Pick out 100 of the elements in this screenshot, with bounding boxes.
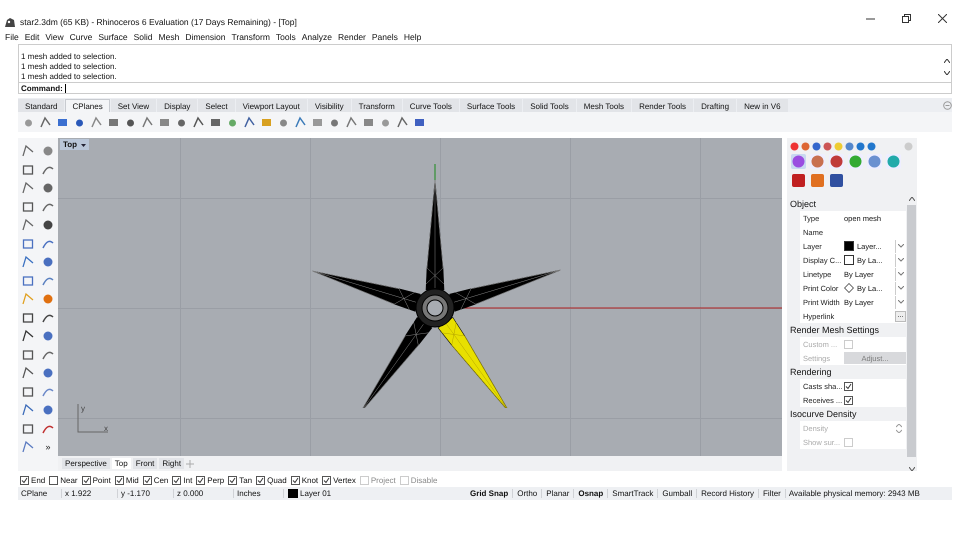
panel-tab-icon[interactable] (809, 172, 826, 189)
scrollbar[interactable] (906, 197, 917, 471)
status-toggle[interactable]: SmartTrack (608, 489, 658, 498)
close-icon[interactable] (938, 14, 946, 22)
viewport-title-tab[interactable]: Top (60, 139, 90, 150)
menu-item[interactable]: Curve (68, 30, 98, 44)
checkbox[interactable] (844, 382, 853, 390)
menu-item[interactable]: Surface (97, 30, 133, 44)
tool-icon[interactable] (21, 403, 35, 418)
osnap-checkbox[interactable]: Near (49, 476, 78, 484)
osnap-checkbox[interactable]: Cen (142, 476, 168, 484)
checkmark-icon (116, 476, 123, 484)
osnap-checkbox[interactable]: Perp (196, 476, 224, 484)
toolbar-tab[interactable]: Set View (110, 99, 156, 112)
spinner-icon[interactable] (896, 424, 902, 432)
viewport-tab[interactable]: Right (159, 458, 184, 469)
checkbox[interactable] (844, 396, 853, 404)
tool-icon[interactable] (243, 116, 256, 128)
toolbar-tab[interactable]: Select (198, 99, 235, 112)
osnap-checkbox[interactable]: Knot (290, 476, 318, 484)
tool-icon[interactable] (21, 200, 35, 214)
tool-icon[interactable] (396, 116, 409, 128)
tool-icon[interactable] (21, 329, 35, 344)
panel-tab-icon[interactable] (790, 153, 807, 170)
tool-icon[interactable] (21, 181, 35, 196)
menu-item[interactable]: Analyze (300, 30, 337, 44)
menu-item[interactable]: View (44, 30, 69, 44)
toolbar-tab[interactable]: Standard (18, 99, 64, 112)
status-toggle[interactable]: Gumball (658, 489, 698, 498)
tool-icon[interactable] (21, 422, 35, 436)
panel-tab-icon[interactable] (828, 172, 845, 189)
menu-item[interactable]: Mesh (158, 30, 184, 44)
checkmark-icon (229, 476, 236, 484)
status-field: CPlane (18, 489, 62, 498)
menu-item[interactable]: Edit (24, 30, 44, 44)
toolbar-tab[interactable]: Mesh Tools (576, 99, 632, 112)
toolbar-tab[interactable]: Surface Tools (460, 99, 522, 112)
tool-icon[interactable] (192, 116, 205, 128)
toolbar-tab[interactable]: Curve Tools (402, 99, 459, 112)
toolbar-tab[interactable]: CPlanes (65, 99, 110, 112)
osnap-checkbox[interactable]: Tan (228, 476, 252, 484)
command-prompt: Command: (21, 84, 63, 92)
status-toggle[interactable]: Planar (542, 489, 574, 498)
toolbar-tab[interactable]: Solid Tools (523, 99, 576, 112)
viewport-tab[interactable]: Front (132, 458, 158, 469)
status-field: Inches (234, 489, 284, 498)
menu-item[interactable]: File (4, 30, 24, 44)
status-toggle[interactable]: Filter (759, 489, 786, 498)
menu-item[interactable]: Tools (274, 30, 301, 44)
toolbar-tab[interactable]: Drafting (694, 99, 736, 112)
viewport-tab[interactable]: Top (112, 458, 131, 469)
osnap-checkbox[interactable]: Vertex (322, 476, 356, 484)
status-toggle[interactable]: Osnap (574, 489, 608, 498)
toolbar-tab[interactable]: Render Tools (632, 99, 694, 112)
dropdown-icon[interactable] (81, 142, 86, 148)
tool-icon[interactable] (21, 384, 35, 399)
scroll-up-icon[interactable] (908, 197, 914, 201)
menu-item[interactable]: Help (402, 30, 426, 44)
status-toggle[interactable]: Ortho (513, 489, 542, 498)
status-toggle[interactable]: Grid Snap (466, 489, 514, 498)
checkmark-icon (197, 476, 204, 484)
scroll-down-icon[interactable] (908, 467, 914, 471)
status-toggle[interactable]: Record History (697, 489, 760, 498)
panel-tab-icon[interactable] (866, 153, 883, 170)
panel-tab-icon[interactable] (790, 172, 807, 189)
tool-icon[interactable] (39, 116, 52, 128)
viewport-tab[interactable]: Perspective (62, 458, 110, 469)
menu-item[interactable]: Panels (370, 30, 403, 44)
tool-icon[interactable] (41, 181, 55, 196)
scroll-down-icon[interactable] (944, 71, 950, 75)
tool-icon[interactable] (21, 218, 35, 232)
menu-item[interactable]: Solid (132, 30, 158, 44)
menu-item[interactable]: Render (337, 30, 371, 44)
tool-icon[interactable] (21, 348, 35, 362)
toolbar-tab[interactable]: Transform (352, 99, 402, 112)
osnap-checkbox[interactable]: Point (82, 476, 111, 484)
toolbar-tab[interactable]: Display (157, 99, 198, 112)
osnap-checkbox[interactable]: Mid (114, 476, 139, 484)
options-icon[interactable] (943, 101, 952, 110)
layer-indicator[interactable]: Layer 01 (284, 489, 394, 498)
panel-tab-icon[interactable] (828, 153, 845, 170)
menu-item[interactable]: Transform (230, 30, 275, 44)
more-tools-button[interactable]: » (45, 442, 50, 452)
restore-icon[interactable] (902, 14, 910, 22)
osnap-checkbox[interactable]: Quad (256, 476, 287, 484)
tool-icon[interactable] (41, 218, 55, 232)
panel-tab-icon[interactable] (809, 153, 826, 170)
toolbar-tab[interactable]: Visibility (308, 99, 351, 112)
toolbar-tab[interactable]: New in V6 (737, 99, 788, 112)
tool-icon[interactable] (21, 144, 35, 158)
tool-icon[interactable] (21, 366, 35, 380)
command-field[interactable]: Command: (18, 82, 952, 94)
tool-icon[interactable] (21, 162, 35, 177)
scroll-up-icon[interactable] (944, 59, 950, 63)
osnap-checkbox[interactable]: End (20, 476, 46, 484)
osnap-checkbox[interactable]: Int (172, 476, 192, 484)
tool-icon[interactable] (21, 310, 35, 325)
menu-item[interactable]: Dimension (184, 30, 230, 44)
checkmark-icon (21, 476, 28, 484)
toolbar-tab[interactable]: Viewport Layout (236, 99, 307, 112)
